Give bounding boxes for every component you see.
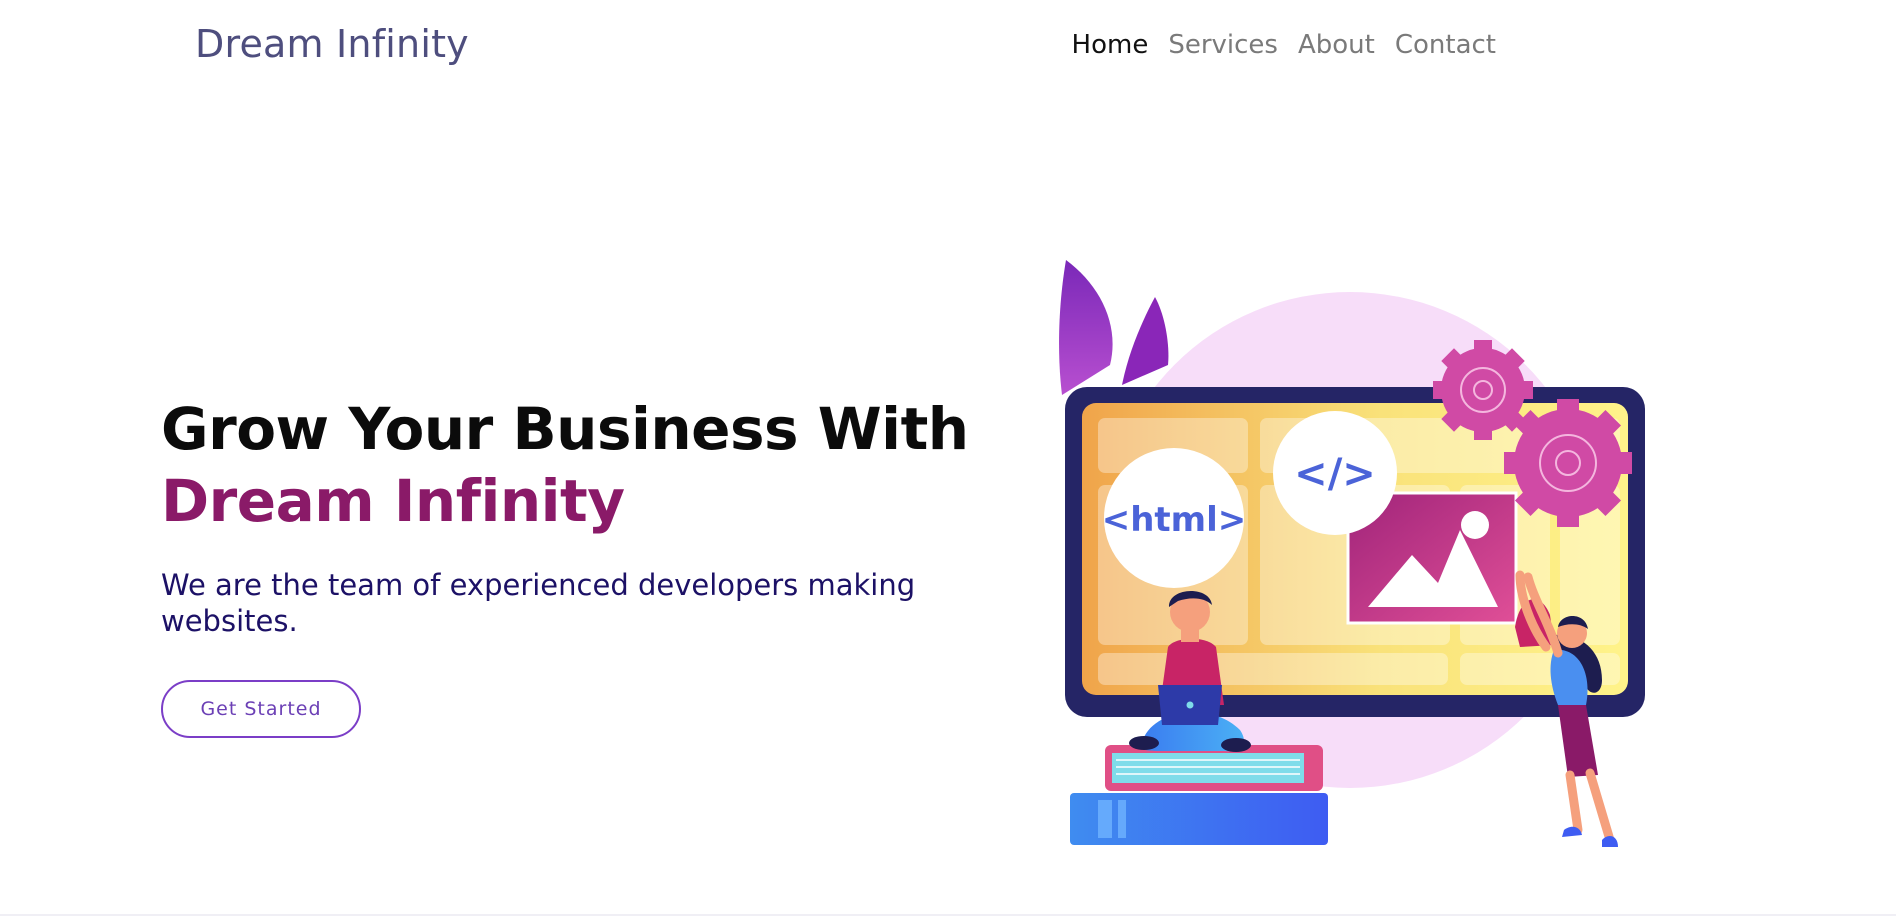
web-development-illustration: <html> </> (1059, 260, 1645, 847)
nav-link-home[interactable]: Home (1072, 30, 1149, 60)
nav-link-about[interactable]: About (1298, 30, 1375, 60)
leaf-large (1059, 260, 1113, 395)
nav-link-contact[interactable]: Contact (1395, 30, 1496, 60)
nav-link-services[interactable]: Services (1168, 30, 1278, 60)
html-tag-text: <html> (1102, 500, 1247, 540)
hero-title: Grow Your Business With Dream Infinity (161, 393, 981, 537)
nav-links: Home Services About Contact (1072, 30, 1496, 60)
hero-title-line1: Grow Your Business With (161, 395, 969, 463)
navbar: Dream Infinity Home Services About Conta… (0, 0, 1896, 96)
gear-large-icon (1504, 399, 1632, 527)
brand-logo-link[interactable]: Dream Infinity (195, 22, 469, 66)
hero-title-brand: Dream Infinity (161, 467, 625, 535)
hero-subtitle: We are the team of experienced developer… (161, 568, 916, 638)
leaf-small (1122, 297, 1169, 385)
get-started-button[interactable]: Get Started (161, 680, 361, 738)
code-tag-text: </> (1294, 451, 1376, 497)
hero-illustration: <html> </> (1050, 255, 1650, 855)
hero-section: Grow Your Business With Dream Infinity W… (161, 393, 981, 639)
